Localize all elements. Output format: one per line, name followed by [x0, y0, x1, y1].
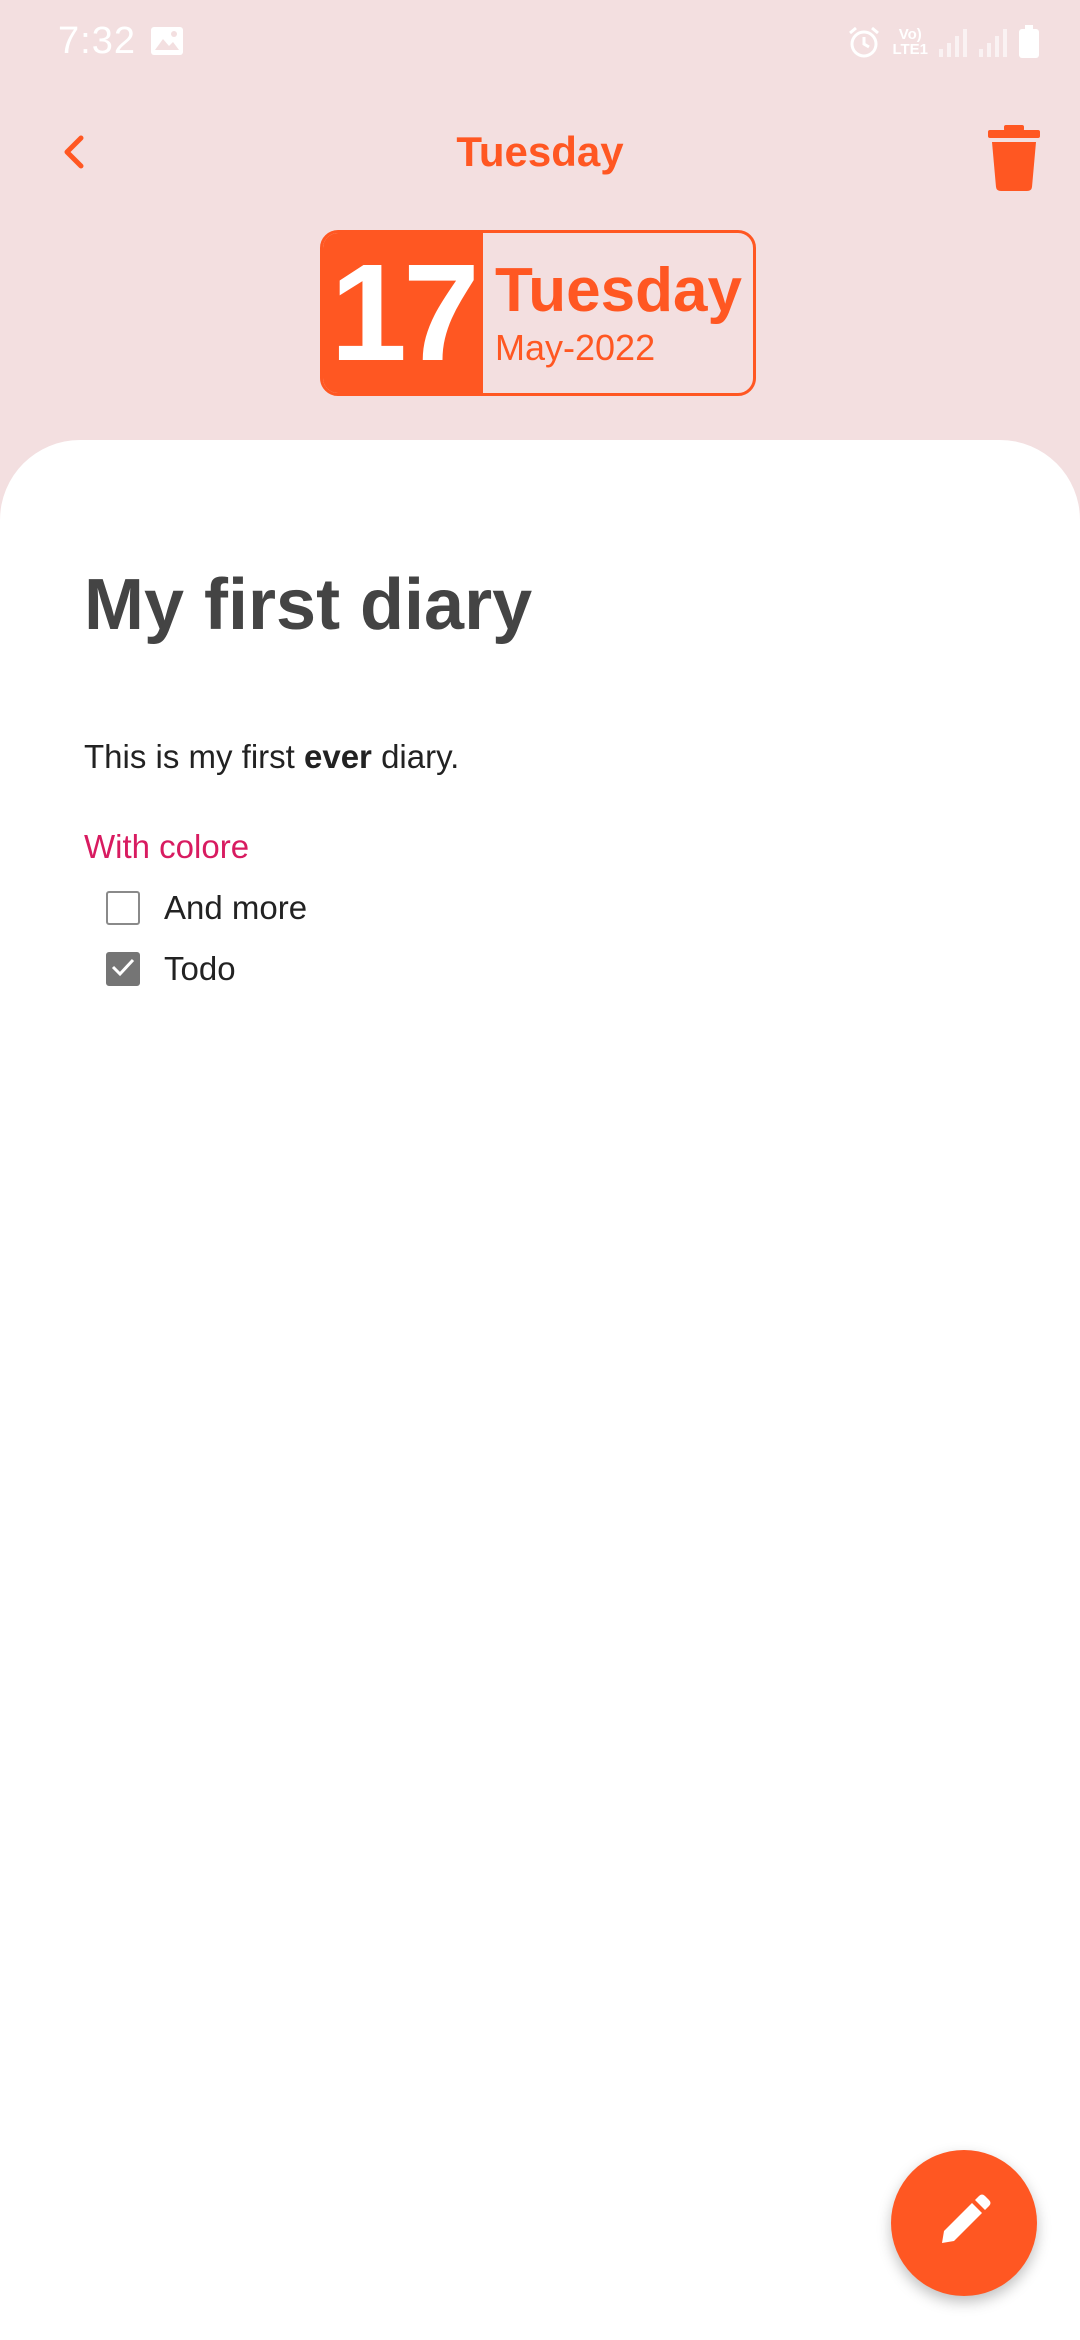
alarm-icon — [846, 24, 882, 60]
todo-label: Todo — [164, 950, 236, 987]
diary-text-bold: ever — [304, 738, 372, 775]
todo-label: And more — [164, 889, 308, 926]
date-weekday: Tuesday — [495, 256, 742, 325]
diary-title: My first diary — [84, 565, 533, 645]
todo-item: And more — [106, 886, 307, 930]
todo-checkbox-unchecked[interactable] — [106, 891, 140, 925]
edit-fab-button[interactable] — [891, 2150, 1037, 2296]
trash-icon — [986, 124, 1042, 196]
image-icon — [150, 26, 184, 56]
check-icon — [110, 956, 136, 983]
todo-item: Todo — [106, 947, 236, 991]
diary-detail-screen: 7:32 Vo) LTE1 Tuesday 17 Tuesday May-202… — [0, 0, 1080, 2340]
app-bar-title: Tuesday — [456, 128, 624, 175]
date-day-number: 17 — [323, 233, 483, 393]
signal-icon — [938, 27, 968, 57]
diary-colored-text: With colore — [84, 828, 250, 865]
date-badge: 17 Tuesday May-2022 — [320, 230, 756, 396]
date-month-year: May-2022 — [495, 327, 656, 368]
network-type: Vo) LTE1 — [892, 27, 928, 57]
status-time: 7:32 — [58, 20, 136, 62]
network-label-bottom: LTE1 — [892, 41, 928, 58]
diary-content-card: My first diary This is my first ever dia… — [0, 440, 1080, 2340]
date-details: Tuesday May-2022 — [483, 233, 753, 393]
diary-text-suffix: diary. — [371, 738, 460, 775]
todo-checkbox-checked[interactable] — [106, 952, 140, 986]
status-icons: Vo) LTE1 — [846, 22, 1040, 62]
pencil-icon — [936, 2193, 992, 2254]
battery-icon — [1018, 25, 1040, 59]
signal-icon — [978, 27, 1008, 57]
delete-button[interactable] — [980, 122, 1048, 198]
diary-text-prefix: This is my first — [84, 738, 304, 775]
status-bar: 7:32 Vo) LTE1 — [0, 0, 1080, 86]
diary-text-line: This is my first ever diary. — [84, 738, 459, 776]
